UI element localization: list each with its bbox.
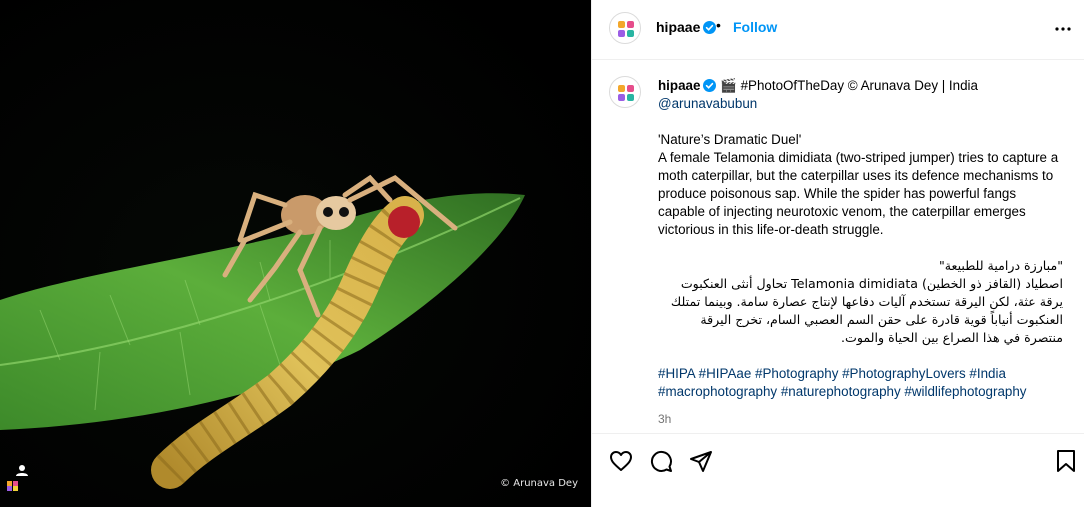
post-header: hipaae • Follow [592, 0, 1084, 60]
mention-link[interactable]: @arunavabubun [658, 96, 757, 111]
action-bar [592, 433, 1084, 507]
heart-icon[interactable] [609, 449, 633, 478]
separator-dot: • [716, 17, 721, 33]
username-link[interactable]: hipaae [656, 19, 717, 35]
post-details-panel: hipaae • Follow hipaae 🎬 #PhotoOfTheDay … [591, 0, 1084, 507]
post-photo[interactable]: © Arunava Dey [0, 0, 591, 507]
verified-badge-icon [703, 21, 717, 34]
hashtags-line-1[interactable]: #HIPA #HIPAae #Photography #PhotographyL… [658, 365, 1063, 383]
follow-button[interactable]: Follow [733, 19, 777, 35]
post-caption: hipaae 🎬 #PhotoOfTheDay © Arunava Dey | … [592, 61, 1084, 433]
caption-title-arabic: "مبارزة درامية للطبيعة" [939, 258, 1063, 273]
more-options-icon[interactable] [1054, 20, 1072, 43]
photo-credit: © Arunava Dey [500, 478, 578, 489]
caption-text: hipaae 🎬 #PhotoOfTheDay © Arunava Dey | … [658, 77, 1063, 428]
caterpillar-head [388, 206, 420, 238]
caption-title: 'Nature’s Dramatic Duel' [658, 132, 802, 147]
hipa-logo-icon [618, 21, 634, 37]
caption-body-english: A female Telamonia dimidiata (two-stripe… [658, 150, 1059, 237]
avatar[interactable] [609, 12, 641, 44]
comment-icon[interactable] [649, 449, 673, 478]
photo-artwork [0, 0, 591, 507]
share-icon[interactable] [689, 449, 713, 478]
post-timestamp[interactable]: 3h [658, 410, 1063, 428]
caption-body-arabic: اصطياد (القافز ذو الخطين) Telamonia dimi… [670, 276, 1063, 345]
bookmark-icon[interactable] [1055, 449, 1077, 478]
hipa-logo-icon [618, 85, 634, 101]
hashtags-line-2[interactable]: #macrophotography #naturephotography #wi… [658, 383, 1063, 401]
verified-badge-icon [703, 79, 717, 92]
caption-intro: #PhotoOfTheDay © Arunava Dey | India [740, 78, 978, 93]
clapper-emoji-icon: 🎬 [720, 78, 737, 93]
username-text: hipaae [656, 19, 701, 35]
tagged-users-icon[interactable] [6, 464, 28, 492]
caption-username[interactable]: hipaae [658, 78, 700, 93]
caption-avatar[interactable] [609, 76, 641, 108]
